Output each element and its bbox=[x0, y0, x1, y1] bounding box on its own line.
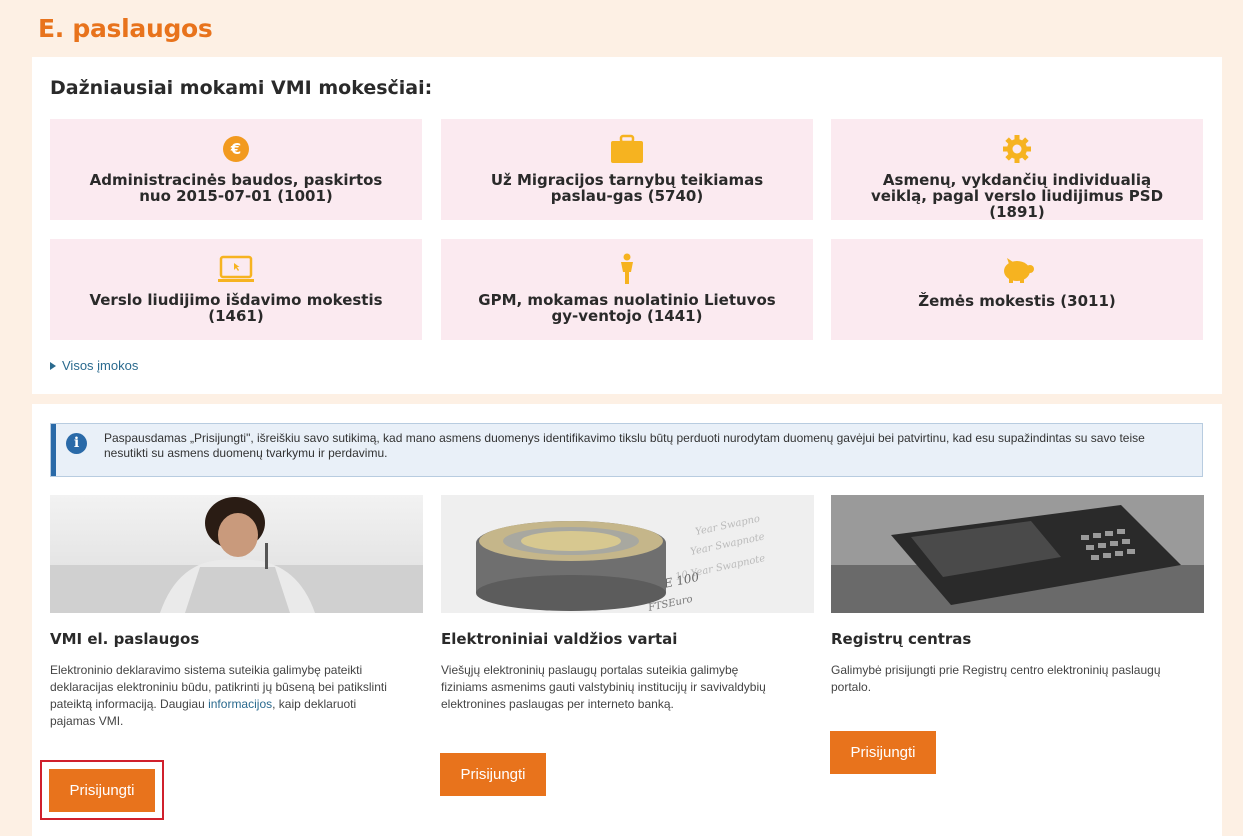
tax-tile-label: Administracinės baudos, paskirtos nuo 20… bbox=[89, 171, 383, 205]
login-services-panel: i Paspausdamas „Prisijungti", išreiškiu … bbox=[32, 404, 1222, 836]
more-information-link[interactable]: informacijos bbox=[208, 697, 272, 711]
expand-arrow-icon bbox=[50, 361, 56, 370]
tax-tile-migration-services[interactable]: Už Migracijos tarnybų teikiamas paslau-g… bbox=[441, 119, 813, 220]
consent-notice: i Paspausdamas „Prisijungti", išreiškiu … bbox=[50, 423, 1203, 477]
tax-tile-administrative-fines[interactable]: € Administracinės baudos, paskirtos nuo … bbox=[50, 119, 422, 220]
page-title: E. paslaugos bbox=[38, 14, 213, 43]
tax-tile-label: Verslo liudijimo išdavimo mokestis (1461… bbox=[89, 291, 383, 325]
service-card-egov-gateway: Year Swapno Year Swapnote 10 Year Swapno… bbox=[441, 495, 814, 713]
service-title: VMI el. paslaugos bbox=[50, 630, 200, 648]
registry-login-button[interactable]: Prisijungti bbox=[830, 731, 936, 774]
service-title: Registrų centras bbox=[831, 630, 972, 648]
all-payments-link-label: Visos įmokos bbox=[62, 358, 139, 373]
tax-tile-business-certificate-fee[interactable]: Verslo liudijimo išdavimo mokestis (1461… bbox=[50, 239, 422, 340]
info-icon: i bbox=[66, 433, 87, 454]
euro-coin-icon: € bbox=[223, 136, 249, 162]
page: E. paslaugos Dažniausiai mokami VMI moke… bbox=[0, 0, 1243, 836]
svg-text:€: € bbox=[230, 140, 241, 158]
service-card-vmi: VMI el. paslaugos Elektroninio deklaravi… bbox=[50, 495, 423, 730]
vmi-login-button[interactable]: Prisijungti bbox=[49, 769, 155, 812]
person-icon bbox=[621, 253, 633, 284]
service-card-registry-centre: Registrų centras Galimybė prisijungti pr… bbox=[831, 495, 1204, 696]
registry-photo-phone bbox=[831, 495, 1204, 613]
laptop-icon bbox=[218, 255, 254, 282]
consent-notice-text: Paspausdamas „Prisijungti", išreiškiu sa… bbox=[104, 431, 1145, 460]
service-title: Elektroniniai valdžios vartai bbox=[441, 630, 678, 648]
notice-accent-bar bbox=[51, 424, 56, 476]
egov-login-button[interactable]: Prisijungti bbox=[440, 753, 546, 796]
tax-tile-label: Už Migracijos tarnybų teikiamas paslau-g… bbox=[490, 171, 764, 205]
tax-tile-label: Asmenų, vykdančių individualią veiklą, p… bbox=[870, 171, 1164, 221]
tax-tile-label: Žemės mokestis (3011) bbox=[918, 292, 1116, 310]
tax-tile-label: GPM, mokamas nuolatinio Lietuvos gy-vent… bbox=[478, 291, 776, 325]
vmi-photo-man-at-laptop bbox=[50, 495, 423, 613]
tax-tile-gpm-resident[interactable]: GPM, mokamas nuolatinio Lietuvos gy-vent… bbox=[441, 239, 813, 340]
egov-photo-coins: Year Swapno Year Swapnote 10 Year Swapno… bbox=[441, 495, 814, 613]
frequent-taxes-panel: Dažniausiai mokami VMI mokesčiai: € Admi… bbox=[32, 57, 1222, 394]
gear-icon bbox=[1003, 135, 1031, 163]
panel-title: Dažniausiai mokami VMI mokesčiai: bbox=[50, 77, 433, 99]
service-description: Elektroninio deklaravimo sistema suteiki… bbox=[50, 663, 387, 728]
briefcase-icon bbox=[611, 134, 643, 163]
piggy-bank-icon bbox=[1004, 258, 1034, 283]
tax-tile-land-tax[interactable]: Žemės mokestis (3011) bbox=[831, 239, 1203, 340]
service-description: Galimybė prisijungti prie Registrų centr… bbox=[831, 663, 1161, 694]
tax-tile-business-certificate-psd[interactable]: Asmenų, vykdančių individualią veiklą, p… bbox=[831, 119, 1203, 220]
all-payments-link[interactable]: Visos įmokos bbox=[50, 358, 138, 373]
service-description: Viešųjų elektroninių paslaugų portalas s… bbox=[441, 663, 766, 711]
